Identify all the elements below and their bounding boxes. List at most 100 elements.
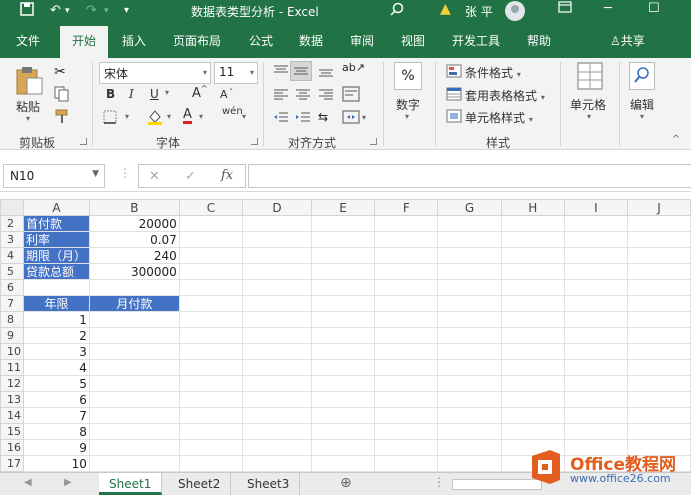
avatar[interactable] <box>505 1 525 21</box>
cell[interactable] <box>242 231 312 248</box>
cell[interactable] <box>563 407 628 424</box>
cell[interactable] <box>374 375 439 392</box>
clipboard-launcher-icon[interactable] <box>80 138 87 145</box>
tab-insert[interactable]: 插入 <box>122 32 146 49</box>
row-header[interactable]: 13 <box>0 391 24 408</box>
cell-a[interactable]: 贷款总额 <box>23 263 90 280</box>
cell-a[interactable]: 9 <box>23 439 90 456</box>
fill-color-dropdown-icon[interactable]: ▾ <box>167 112 171 121</box>
cell[interactable] <box>310 295 376 312</box>
column-header[interactable]: F <box>374 199 439 216</box>
cell[interactable] <box>500 327 565 344</box>
cell[interactable] <box>310 263 376 280</box>
cell[interactable] <box>437 391 502 408</box>
font-size-select[interactable]: 11 ▾ <box>214 62 258 84</box>
align-bottom-icon[interactable] <box>318 64 334 81</box>
cell[interactable] <box>500 263 565 280</box>
cell[interactable] <box>242 247 312 264</box>
cell[interactable] <box>437 247 502 264</box>
tab-view[interactable]: 视图 <box>401 32 425 49</box>
cell[interactable] <box>178 231 244 248</box>
cell[interactable] <box>500 279 565 296</box>
cell[interactable] <box>626 375 691 392</box>
cell-a[interactable]: 首付款 <box>23 215 90 232</box>
cell[interactable] <box>437 423 502 440</box>
cell[interactable] <box>242 215 312 232</box>
cell-b[interactable] <box>88 423 180 440</box>
column-header[interactable]: B <box>88 199 180 216</box>
cell[interactable] <box>242 375 312 392</box>
column-header[interactable]: C <box>178 199 244 216</box>
cell[interactable] <box>374 263 439 280</box>
cell[interactable] <box>310 343 376 360</box>
editing-dropdown-icon[interactable]: ▾ <box>640 112 644 121</box>
scroll-left-icon[interactable]: ◀ <box>24 477 32 488</box>
cell[interactable] <box>374 359 439 376</box>
cell[interactable] <box>374 439 439 456</box>
more-options-icon[interactable]: ⋮ <box>119 166 131 180</box>
underline-dropdown-icon[interactable]: ▾ <box>165 88 169 97</box>
sheet-tab-sheet2[interactable]: Sheet2 <box>168 473 232 495</box>
cell[interactable] <box>178 263 244 280</box>
row-header[interactable]: 4 <box>0 247 24 264</box>
maximize-icon[interactable]: ☐ <box>648 1 660 16</box>
copy-icon[interactable] <box>54 86 70 105</box>
cell-a[interactable]: 利率 <box>23 231 90 248</box>
cell[interactable] <box>563 391 628 408</box>
redo-dropdown-icon[interactable]: ▾ <box>104 2 109 20</box>
insert-function-icon[interactable]: fx <box>221 168 233 183</box>
cell[interactable] <box>178 295 244 312</box>
cell[interactable] <box>178 439 244 456</box>
cell[interactable] <box>626 215 691 232</box>
cell[interactable] <box>310 279 376 296</box>
font-name-select[interactable]: 宋体 ▾ <box>99 62 211 84</box>
cell[interactable] <box>626 279 691 296</box>
underline-button[interactable]: U <box>150 87 159 101</box>
decrease-indent-icon[interactable] <box>273 110 289 127</box>
cell[interactable] <box>500 295 565 312</box>
cell[interactable] <box>500 215 565 232</box>
formula-input[interactable] <box>248 164 691 188</box>
row-header[interactable]: 10 <box>0 343 24 360</box>
scroll-right-icon[interactable]: ▶ <box>64 477 72 488</box>
cell[interactable] <box>374 231 439 248</box>
cell[interactable] <box>242 279 312 296</box>
cell[interactable] <box>310 423 376 440</box>
cell[interactable] <box>437 455 502 472</box>
cell[interactable] <box>310 327 376 344</box>
cell[interactable] <box>563 279 628 296</box>
merge-center-icon[interactable] <box>342 110 360 127</box>
cell[interactable] <box>437 407 502 424</box>
row-header[interactable]: 9 <box>0 327 24 344</box>
tab-developer[interactable]: 开发工具 <box>452 32 500 49</box>
wrap-text-icon[interactable] <box>342 86 360 105</box>
row-header[interactable]: 5 <box>0 263 24 280</box>
cancel-icon[interactable]: ✕ <box>149 169 160 184</box>
cell[interactable] <box>500 359 565 376</box>
cell[interactable] <box>437 295 502 312</box>
cell[interactable] <box>242 327 312 344</box>
fill-color-icon[interactable] <box>146 108 164 129</box>
font-color-dropdown-icon[interactable]: ▾ <box>199 112 203 121</box>
customize-toolbar-icon[interactable]: ▾ <box>124 2 129 20</box>
cell-b[interactable] <box>88 279 180 296</box>
cell[interactable] <box>437 439 502 456</box>
cell[interactable] <box>626 311 691 328</box>
alignment-launcher-icon[interactable] <box>370 138 377 145</box>
cell-a[interactable]: 6 <box>23 391 90 408</box>
cell[interactable] <box>626 231 691 248</box>
cell[interactable] <box>310 215 376 232</box>
cell[interactable] <box>178 407 244 424</box>
tab-data[interactable]: 数据 <box>299 32 323 49</box>
cell-b[interactable] <box>88 455 180 472</box>
cell[interactable] <box>178 423 244 440</box>
cell[interactable] <box>178 247 244 264</box>
cell[interactable] <box>563 247 628 264</box>
cell[interactable] <box>374 247 439 264</box>
row-header[interactable]: 2 <box>0 215 24 232</box>
align-center-icon[interactable] <box>295 88 311 105</box>
enter-icon[interactable]: ✓ <box>185 169 196 184</box>
cell[interactable] <box>242 423 312 440</box>
cell[interactable] <box>178 455 244 472</box>
cell[interactable] <box>500 375 565 392</box>
